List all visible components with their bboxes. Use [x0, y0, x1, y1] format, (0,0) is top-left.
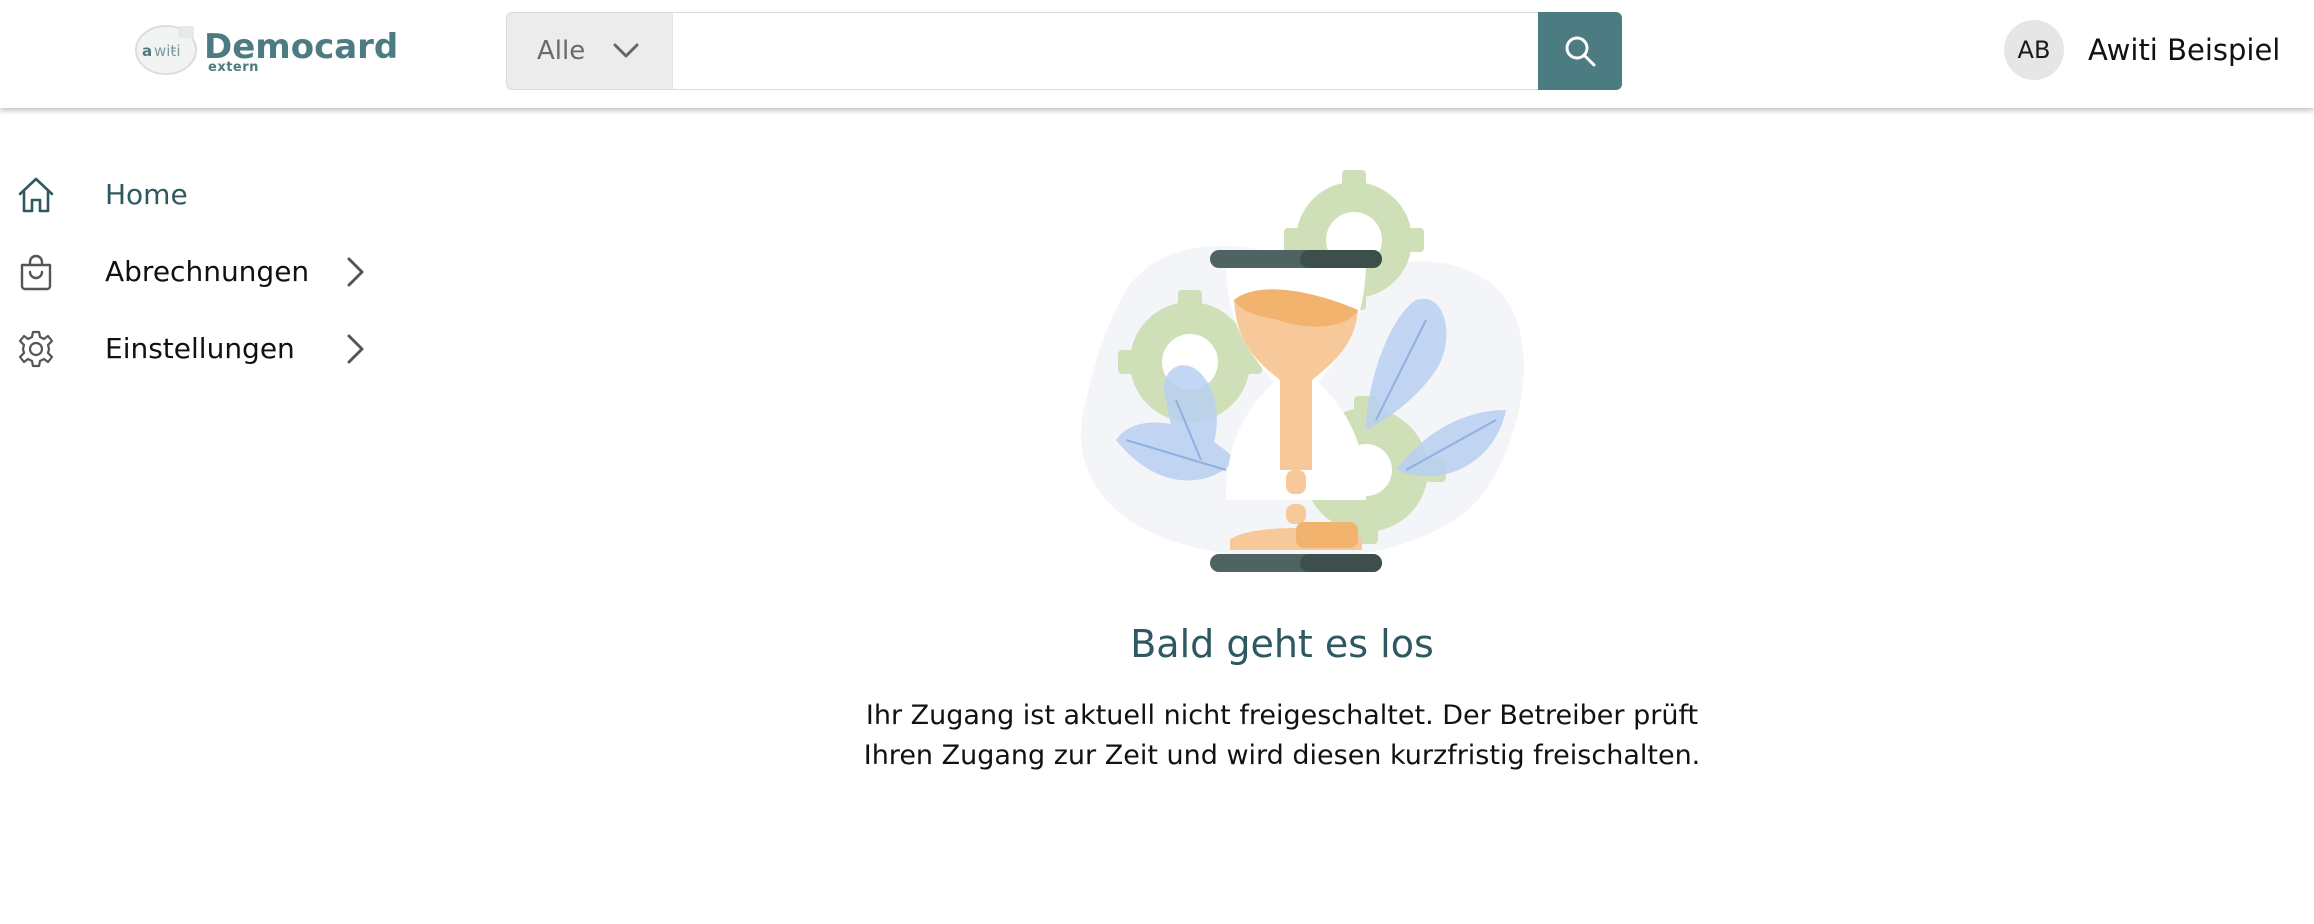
search-icon [1565, 36, 1596, 67]
sidebar: Home Abrechnungen Einstellungen [0, 156, 400, 387]
svg-text:a: a [142, 42, 152, 60]
chevron-right-icon [347, 257, 364, 286]
user-menu[interactable]: AB Awiti Beispiel [2004, 20, 2280, 80]
sidebar-item-label: Einstellungen [105, 332, 295, 365]
search-category-label: Alle [537, 36, 586, 66]
sidebar-item-einstellungen[interactable]: Einstellungen [0, 310, 400, 387]
search-button[interactable] [1538, 12, 1622, 90]
brand-logo[interactable]: a wiŧi Democard extern [132, 22, 398, 78]
brand-name: Democard [204, 27, 399, 67]
chevron-right-icon [347, 334, 364, 363]
search-bar: Alle [506, 12, 1622, 90]
search-input[interactable] [672, 12, 1538, 90]
status-message: Ihr Zugang ist aktuell nicht freigeschal… [800, 696, 1764, 776]
avatar: AB [2004, 20, 2064, 80]
status-message-line: Ihren Zugang zur Zeit und wird diesen ku… [863, 740, 1701, 771]
sidebar-item-label: Home [105, 178, 188, 211]
top-header: a wiŧi Democard extern Alle AB Awiti Bei… [0, 0, 2314, 108]
shopping-bag-icon [20, 254, 52, 290]
sidebar-item-label: Abrechnungen [105, 255, 310, 288]
home-icon [18, 177, 54, 212]
sidebar-item-abrechnungen[interactable]: Abrechnungen [0, 233, 400, 310]
svg-text:wiŧi: wiŧi [154, 42, 180, 60]
gear-icon [18, 330, 54, 367]
search-category-select[interactable]: Alle [506, 12, 672, 90]
hourglass-illustration [1081, 170, 1524, 572]
sidebar-item-home[interactable]: Home [0, 156, 400, 233]
brand-subtitle: extern [208, 60, 259, 75]
status-message-line: Ihr Zugang ist aktuell nicht freigeschal… [865, 700, 1699, 731]
user-name: Awiti Beispiel [2088, 33, 2281, 67]
chevron-down-icon [613, 43, 639, 58]
awiti-logo-mark: a wiŧi [132, 22, 204, 78]
page-title: Bald geht es los [1130, 622, 1434, 666]
